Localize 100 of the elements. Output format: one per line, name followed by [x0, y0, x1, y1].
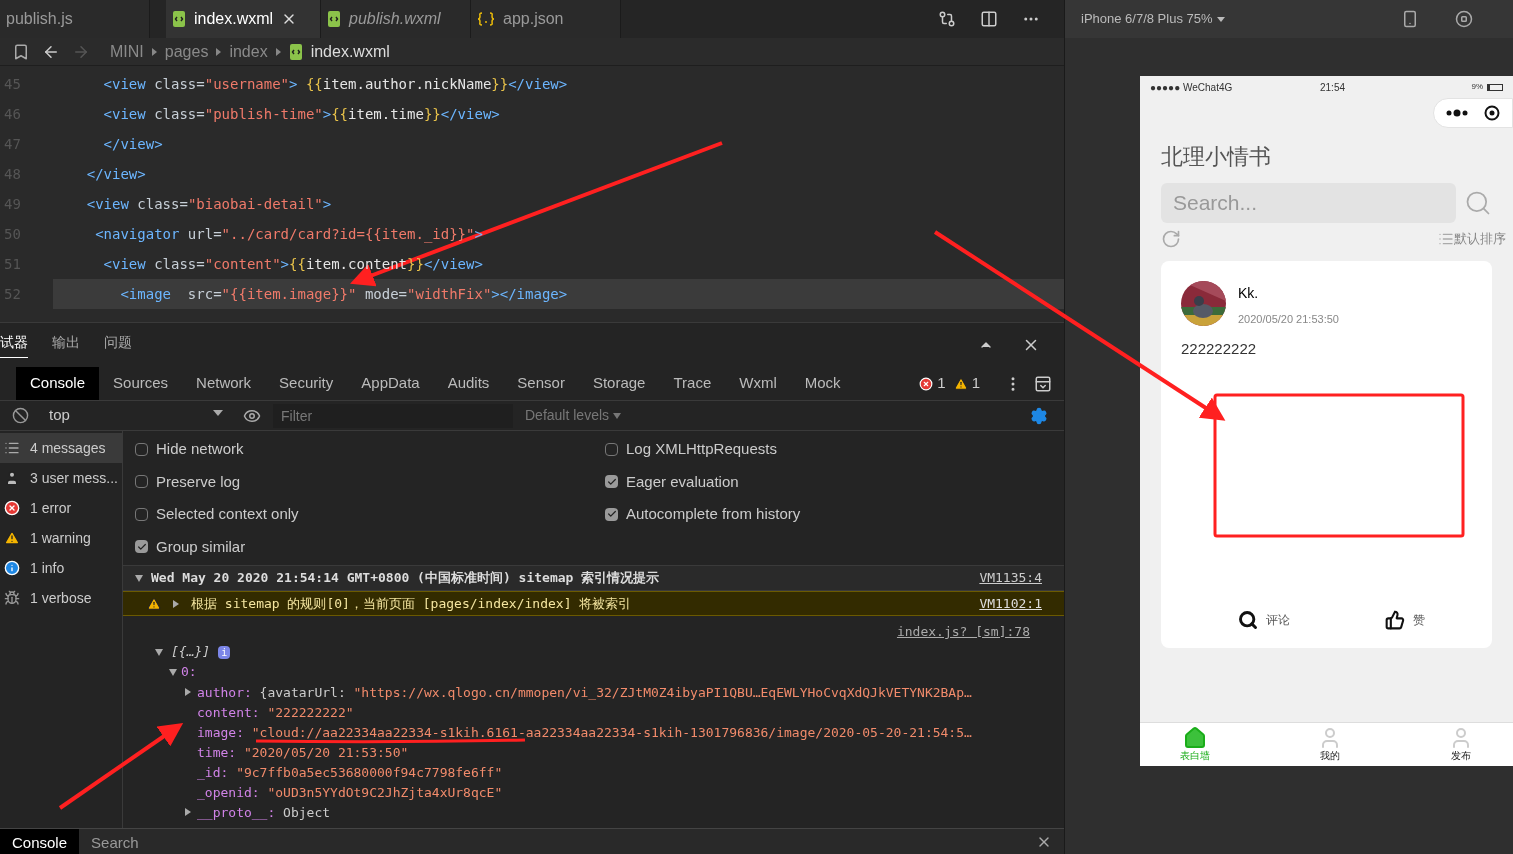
devtools-tab[interactable]: Audits	[433, 367, 504, 400]
devtools-tab[interactable]: Mock	[790, 367, 855, 400]
checkbox[interactable]	[605, 442, 618, 456]
action-button[interactable]: 赞	[1384, 610, 1425, 630]
property-row: content: "222222222"	[197, 705, 354, 719]
info-badge: i	[218, 645, 231, 659]
expand-icon[interactable]	[135, 574, 143, 582]
editor-tab[interactable]: index.wxml	[166, 0, 321, 38]
devtools-tab[interactable]: Security	[265, 367, 348, 400]
code-line: <view class="biaobai-detail">	[85, 194, 333, 214]
warning-icon	[147, 596, 161, 611]
expand-icon[interactable]	[173, 599, 179, 608]
setting-label: Hide network	[156, 439, 244, 459]
devtools-tab[interactable]: Network	[182, 367, 266, 400]
compare-icon[interactable]	[938, 10, 956, 28]
property-row: _id: "9c7ffb0a5ec53680000f94c7798fe6ff"	[197, 765, 503, 779]
breadcrumb-item[interactable]: index	[229, 39, 268, 64]
code-line: <view class="content">{{item.content}}</view>	[102, 254, 484, 274]
capsule-menu[interactable]	[1433, 98, 1513, 128]
drawer-tab[interactable]: Console	[0, 829, 80, 854]
battery-icon	[1487, 83, 1503, 91]
devtools-tab[interactable]: Console	[16, 367, 100, 400]
breadcrumb-item[interactable]: pages	[164, 39, 209, 64]
editor-tab[interactable]: publish.js	[0, 0, 150, 38]
checkbox[interactable]	[135, 540, 148, 554]
message-group-header[interactable]: Wed May 20 2020 21:54:14 GMT+0800 (中国标准时间) sitemap 索引情况提示 VM1135:4	[123, 566, 1064, 591]
more-icon[interactable]	[1446, 109, 1468, 117]
breadcrumb-item[interactable]: MINI	[110, 39, 144, 64]
action-button[interactable]: 评论	[1238, 610, 1291, 630]
drawer-tab[interactable]: Search	[79, 829, 151, 854]
error-icon	[919, 376, 934, 391]
devtools-tab[interactable]: Storage	[578, 367, 660, 400]
source-link[interactable]: VM1102:1	[979, 593, 1042, 614]
source-link[interactable]: index.js? [sm]:78	[896, 622, 1030, 642]
target-icon[interactable]	[1484, 105, 1500, 121]
tab-label: app.json	[503, 9, 564, 29]
split-editor-icon[interactable]	[980, 10, 998, 28]
info-icon	[4, 560, 20, 576]
panel-tab[interactable]: 输出	[52, 332, 80, 358]
levels-dropdown[interactable]: Default levels	[525, 405, 622, 426]
bookmark-icon[interactable]	[12, 42, 30, 61]
setting-label: Preserve log	[156, 471, 241, 492]
phone-icon[interactable]	[1401, 10, 1419, 28]
caret-icon	[213, 410, 223, 417]
braces-icon	[477, 12, 495, 26]
panel-tab[interactable]: 试器	[0, 332, 28, 358]
property-row: _openid: "oUD3n5YYdOt9C2JhZjta4xUr8qcE"	[197, 785, 503, 799]
setting-label: Log XMLHttpRequests	[626, 439, 777, 459]
expand-icon[interactable]	[185, 688, 191, 696]
stop-icon[interactable]	[1455, 10, 1473, 28]
setting-label: Eager evaluation	[626, 471, 739, 492]
post-content: 222222222	[1181, 338, 1258, 359]
context-select[interactable]: top	[41, 404, 231, 427]
devtools-tab[interactable]: Trace	[659, 367, 726, 400]
search-field[interactable]: Search...	[1161, 183, 1456, 223]
object-preview: [{…}]	[171, 643, 211, 662]
sidebar-item[interactable]: 1 error	[0, 493, 122, 523]
author-name: Kk.	[1238, 284, 1260, 303]
sidebar-item[interactable]: 1 verbose	[0, 583, 122, 613]
sidebar-item[interactable]: 4 messages	[0, 433, 122, 463]
code-line: <view class="publish-time">{{item.time}}</view>	[102, 104, 501, 124]
sidebar-item[interactable]: 3 user mess...	[0, 463, 122, 493]
sidebar-item[interactable]: 1 info	[0, 553, 122, 583]
device-select[interactable]: iPhone 6/7/8 Plus 75%	[1081, 9, 1225, 29]
settings-icon[interactable]	[1030, 406, 1048, 425]
home-icon	[1183, 726, 1207, 750]
devtools-tab[interactable]: Sources	[99, 367, 183, 400]
checkbox[interactable]	[605, 475, 618, 489]
filter-field[interactable]: Filter	[273, 403, 513, 428]
chevron-icon	[216, 47, 222, 56]
warning-count: 1	[971, 373, 980, 394]
panel-tab[interactable]: 问题	[104, 332, 132, 358]
editor-tab[interactable]: app.json	[471, 0, 621, 38]
search-icon	[1238, 610, 1259, 630]
checkbox[interactable]	[135, 442, 148, 456]
source-link[interactable]: VM1135:4	[979, 568, 1042, 588]
expand-icon[interactable]	[155, 648, 163, 656]
property-row: image: "cloud://aa22334aa22334-s1kih.6161-aa22334aa22334-s1kih-1301796836/image/2020-05-20-21:54:5…	[197, 725, 972, 739]
file-icon	[172, 11, 186, 27]
tab-bar-item[interactable]: 发布	[1449, 723, 1473, 766]
caret-icon	[613, 412, 622, 419]
breadcrumb-item[interactable]: index.wxml	[310, 39, 390, 64]
undock-icon[interactable]	[1034, 374, 1052, 393]
editor-tab[interactable]: publish.wxml	[321, 0, 471, 38]
devtools-tab[interactable]: Sensor	[503, 367, 579, 400]
setting-label: Selected context only	[156, 504, 299, 524]
clear-icon[interactable]	[12, 407, 29, 424]
devtools-tab[interactable]: AppData	[347, 367, 434, 400]
checkbox[interactable]	[135, 507, 148, 521]
devtools-tab[interactable]: Wxml	[725, 367, 791, 400]
setting-label: Group similar	[156, 536, 246, 557]
expand-icon[interactable]	[169, 668, 177, 676]
tab-label: index.wxml	[194, 9, 274, 29]
expand-icon[interactable]	[185, 808, 191, 816]
checkbox[interactable]	[135, 475, 148, 489]
tab-bar-item[interactable]: 我的	[1317, 723, 1342, 766]
chevron-icon	[275, 47, 281, 56]
sidebar-item[interactable]: 1 warning	[0, 523, 122, 553]
post-card[interactable]: Kk. 2020/05/20 21:53:50 222222222 评论 赞	[1161, 261, 1492, 648]
checkbox[interactable]	[605, 507, 618, 521]
